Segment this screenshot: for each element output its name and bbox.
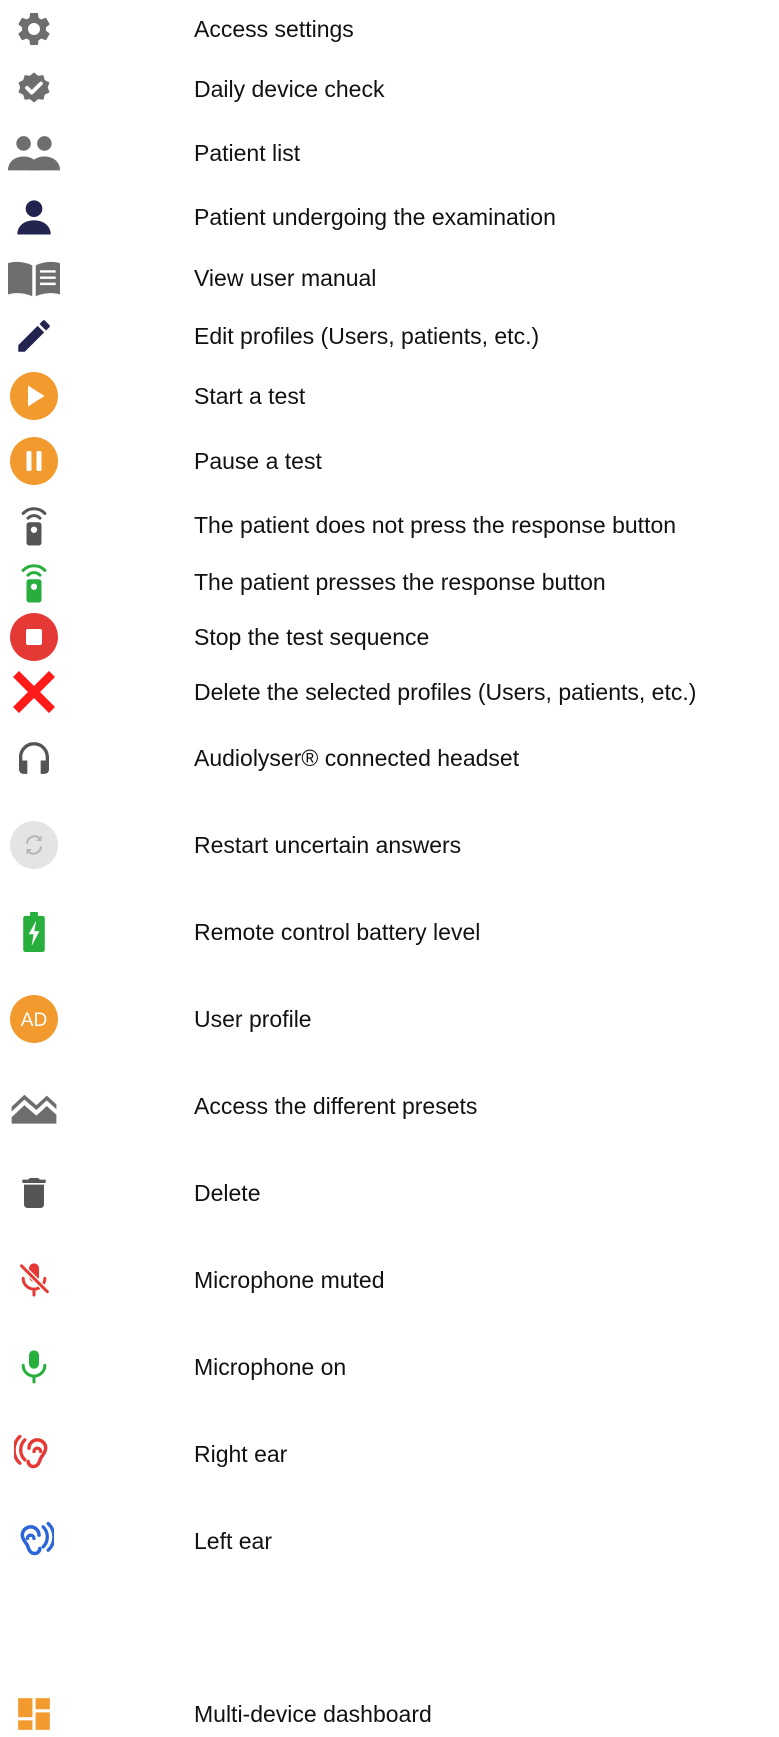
pencil-icon [8,313,60,359]
headphones-icon [8,735,60,781]
mic-muted-icon [8,1257,60,1303]
legend-row: Start a test [0,372,779,420]
legend-label: Multi-device dashboard [194,1701,432,1727]
legend-label: Access the different presets [194,1093,478,1119]
legend-row: Access settings [0,6,779,52]
legend-row: The patient presses the response button [0,559,779,605]
avatar-initials: AD [21,1010,47,1031]
legend-label: Start a test [194,383,306,409]
avatar-icon: AD [8,995,60,1043]
mic-on-icon [8,1344,60,1390]
legend-row: Edit profiles (Users, patients, etc.) [0,313,779,359]
presets-icon [8,1083,60,1129]
legend-label: User profile [194,1006,312,1032]
legend-label: Delete the selected profiles (Users, pat… [194,679,697,705]
legend-row: Left ear [0,1518,779,1564]
verified-badge-icon [8,66,60,112]
legend-row: Microphone on [0,1344,779,1390]
restart-icon [8,821,60,869]
legend-row: View user manual [0,255,779,301]
legend-row: Patient list [0,130,779,176]
dashboard-icon [8,1691,60,1737]
legend-row: AD User profile [0,995,779,1043]
icon-legend: Access settings Daily device check Patie… [0,0,779,1730]
legend-label: The patient does not press the response … [194,512,677,538]
play-icon [8,372,60,420]
red-cross-icon [8,669,60,715]
legend-row: Microphone muted [0,1257,779,1303]
legend-label: Audiolyser® connected headset [194,745,520,771]
legend-row: Daily device check [0,66,779,112]
legend-label: Microphone on [194,1354,347,1380]
legend-label: Daily device check [194,76,385,102]
legend-row: Audiolyser® connected headset [0,735,779,781]
legend-label: Access settings [194,16,354,42]
legend-label: Edit profiles (Users, patients, etc.) [194,323,540,349]
legend-label: Restart uncertain answers [194,832,462,858]
legend-label: Remote control battery level [194,919,481,945]
people-icon [8,130,60,176]
remote-active-icon [8,559,60,605]
legend-label: Left ear [194,1528,272,1554]
legend-row: Delete [0,1170,779,1216]
book-icon [8,255,60,301]
remote-inactive-icon [8,502,60,548]
legend-label: Patient undergoing the examination [194,204,556,230]
legend-row: Remote control battery level [0,909,779,955]
legend-row: Stop the test sequence [0,613,779,661]
legend-row: Access the different presets [0,1083,779,1129]
legend-row: Patient undergoing the examination [0,194,779,240]
battery-charging-icon [8,909,60,955]
legend-row: Right ear [0,1431,779,1477]
right-ear-icon [8,1431,60,1477]
stop-icon [8,613,60,661]
legend-label: Delete [194,1180,261,1206]
legend-label: Microphone muted [194,1267,385,1293]
legend-label: Patient list [194,140,301,166]
gear-icon [8,6,60,52]
legend-label: Stop the test sequence [194,624,430,650]
legend-row: Restart uncertain answers [0,821,779,869]
pause-icon [8,437,60,485]
legend-label: The patient presses the response button [194,569,606,595]
legend-label: Pause a test [194,448,322,474]
trash-icon [8,1170,60,1216]
legend-row: Delete the selected profiles (Users, pat… [0,669,779,715]
legend-label: View user manual [194,265,377,291]
legend-row: The patient does not press the response … [0,502,779,548]
person-icon [8,194,60,240]
legend-label: Right ear [194,1441,288,1467]
legend-row: Multi-device dashboard [0,1691,779,1737]
legend-row: Pause a test [0,437,779,485]
left-ear-icon [8,1518,60,1564]
